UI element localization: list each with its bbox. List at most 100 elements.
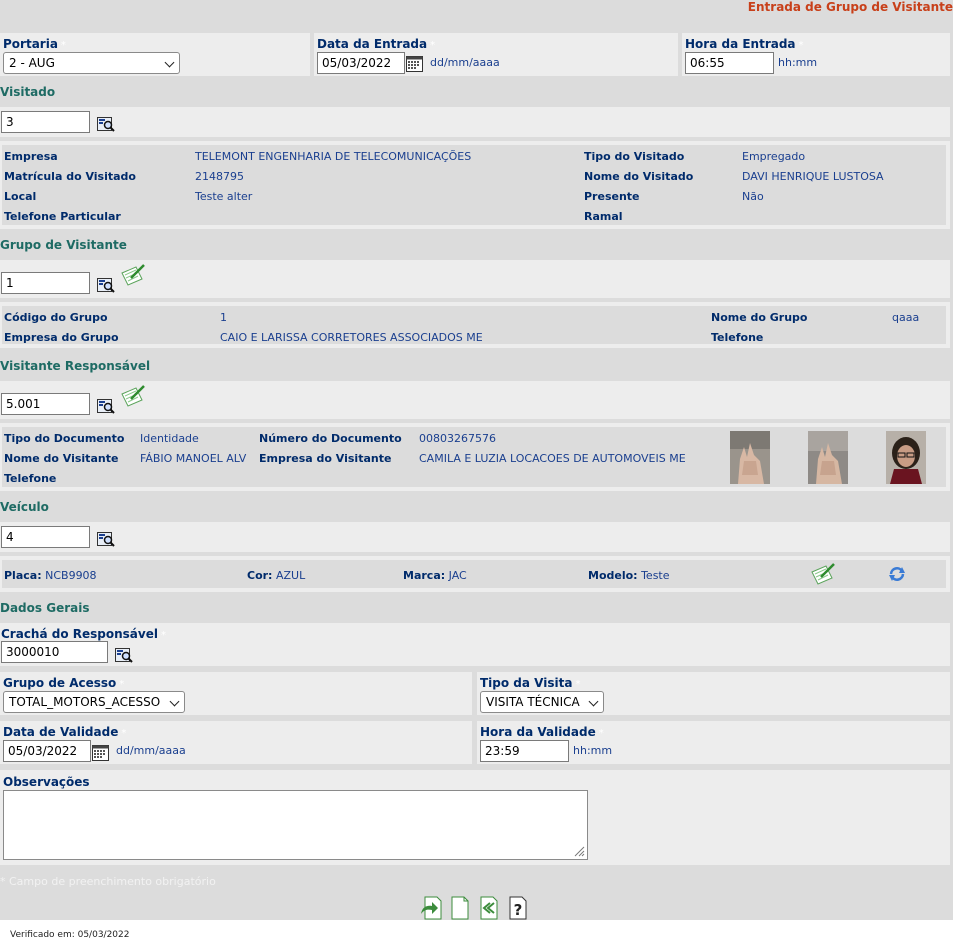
grupo-nome-label: Nome do Grupo — [711, 311, 808, 324]
responsavel-empresa-label: Empresa do Visitante — [259, 452, 392, 465]
hora-validade-hint: hh:mm — [573, 744, 613, 757]
veiculo-input-panel — [0, 522, 950, 552]
chevron-down-icon — [169, 696, 180, 707]
veiculo-placa-value: NCB9908 — [45, 569, 97, 582]
veiculo-marca: Marca: JAC — [403, 569, 467, 582]
responsavel-telefone-label: Telefone — [4, 472, 57, 485]
portaria-select-value: 2 - AUG — [9, 56, 55, 70]
verified-date: Verificado em: 05/03/2022 — [10, 930, 130, 940]
calendar-icon[interactable] — [92, 744, 109, 761]
veiculo-modelo: Modelo: Teste — [588, 569, 670, 582]
visitado-local-label: Local — [4, 190, 37, 203]
svg-text:?: ? — [514, 901, 523, 919]
responsavel-nome-value: FÁBIO MANOEL ALV — [140, 452, 247, 465]
calendar-icon[interactable] — [406, 55, 423, 72]
grupo-empresa-value: CAIO E LARISSA CORRETORES ASSOCIADOS ME — [220, 331, 483, 344]
tipo-visita-select[interactable]: VISITA TÉCNICA — [480, 691, 604, 713]
hora-entrada-input[interactable]: 06:55 — [685, 52, 774, 74]
section-visitado: Visitado — [0, 85, 56, 99]
refresh-icon[interactable] — [888, 566, 906, 582]
veiculo-cor-label: Cor: — [247, 569, 273, 582]
visitado-input-panel — [0, 107, 950, 137]
hora-validade-label: Hora da Validade * — [480, 725, 604, 739]
visitor-photo-3[interactable] — [886, 431, 926, 484]
visitado-tipo-label: Tipo do Visitado — [584, 150, 685, 163]
veiculo-modelo-value: Teste — [641, 569, 670, 582]
grupo-empresa-label: Empresa do Grupo — [4, 331, 119, 344]
page-title: Entrada de Grupo de Visitante — [747, 0, 953, 14]
veiculo-cor: Cor: AZUL — [247, 569, 305, 582]
chevron-down-icon — [164, 57, 175, 68]
data-entrada-input[interactable]: 05/03/2022 — [317, 52, 405, 74]
observacoes-textarea[interactable] — [3, 790, 588, 860]
visitado-presente-value: Não — [742, 190, 764, 203]
data-entrada-hint: dd/mm/aaaa — [430, 56, 500, 69]
back-document-icon[interactable] — [478, 896, 500, 920]
visitado-nome-label: Nome do Visitado — [584, 170, 694, 183]
responsavel-num-doc-value: 00803267576 — [419, 432, 496, 445]
search-user-icon[interactable] — [97, 277, 115, 293]
data-validade-hint: dd/mm/aaaa — [116, 744, 186, 757]
visitado-ramal-label: Ramal — [584, 210, 623, 223]
grupo-acesso-label: Grupo de Acesso * — [3, 676, 125, 690]
grupo-input[interactable]: 1 — [1, 272, 90, 294]
cracha-label: Crachá do Responsável * — [1, 627, 166, 641]
tipo-visita-select-value: VISITA TÉCNICA — [486, 695, 580, 709]
search-user-icon[interactable] — [97, 398, 115, 414]
hora-entrada-hint: hh:mm — [778, 56, 818, 69]
page: Entrada de Grupo de Visitante Portaria * … — [0, 0, 953, 920]
resize-grip-icon[interactable] — [573, 845, 585, 857]
responsavel-input[interactable]: 5.001 — [1, 393, 90, 415]
observacoes-label: Observações — [3, 775, 90, 789]
help-document-icon[interactable]: ? — [507, 896, 529, 920]
grupo-codigo-value: 1 — [220, 311, 227, 324]
veiculo-details-inner — [2, 560, 946, 588]
portaria-select[interactable]: 2 - AUG — [3, 52, 180, 74]
edit-pencil-icon[interactable] — [120, 384, 146, 408]
responsavel-nome-label: Nome do Visitante — [4, 452, 119, 465]
visitado-matricula-label: Matrícula do Visitado — [4, 170, 136, 183]
section-veiculo: Veículo — [0, 500, 49, 514]
visitado-nome-value: DAVI HENRIQUE LUSTOSA — [742, 170, 884, 183]
visitado-presente-label: Presente — [584, 190, 640, 203]
search-user-icon[interactable] — [97, 531, 115, 547]
visitado-input[interactable]: 3 — [1, 111, 90, 133]
visitado-tipo-value: Empregado — [742, 150, 806, 163]
grupo-telefone-label: Telefone — [711, 331, 764, 344]
responsavel-num-doc-label: Número do Documento — [259, 432, 402, 445]
search-user-icon[interactable] — [97, 116, 115, 132]
visitado-local-value: Teste alter — [195, 190, 253, 203]
visitor-photo-2[interactable] — [808, 431, 848, 484]
grupo-codigo-label: Código do Grupo — [4, 311, 108, 324]
data-validade-input[interactable]: 05/03/2022 — [3, 740, 91, 762]
grupo-acesso-select-value: TOTAL_MOTORS_ACESSO — [9, 695, 161, 709]
chevron-down-icon — [588, 696, 599, 707]
veiculo-cor-value: AZUL — [275, 569, 306, 582]
edit-pencil-icon[interactable] — [810, 562, 836, 586]
grupo-nome-value: qaaa — [892, 311, 920, 324]
veiculo-input[interactable]: 4 — [1, 526, 90, 548]
data-validade-label: Data de Validade * — [3, 725, 127, 739]
veiculo-placa: Placa: NCB9908 — [4, 569, 97, 582]
cracha-input[interactable]: 3000010 — [1, 641, 108, 663]
responsavel-empresa-value: CAMILA E LUZIA LOCACOES DE AUTOMOVEIS ME — [419, 452, 686, 465]
tipo-visita-label: Tipo da Visita * — [480, 676, 581, 690]
section-dados-gerais: Dados Gerais — [0, 601, 90, 615]
grupo-acesso-select[interactable]: TOTAL_MOTORS_ACESSO — [3, 691, 185, 713]
visitado-empresa-label: Empresa — [4, 150, 58, 163]
data-entrada-label: Data da Entrada * — [317, 37, 436, 51]
visitado-telefone-label: Telefone Particular — [4, 210, 121, 223]
visitor-photo-1[interactable] — [730, 431, 770, 484]
veiculo-placa-label: Placa: — [4, 569, 42, 582]
required-field-note: * Campo de preenchimento obrigatório — [0, 875, 216, 888]
hora-validade-input[interactable]: 23:59 — [480, 740, 569, 762]
search-user-icon[interactable] — [115, 647, 133, 663]
new-document-icon[interactable] — [449, 896, 471, 920]
responsavel-tipo-doc-label: Tipo do Documento — [4, 432, 125, 445]
edit-pencil-icon[interactable] — [120, 263, 146, 287]
portaria-label: Portaria * — [3, 37, 66, 51]
section-grupo-visitante: Grupo de Visitante — [0, 238, 127, 252]
veiculo-marca-label: Marca: — [403, 569, 446, 582]
confirm-document-icon[interactable] — [419, 896, 443, 920]
veiculo-modelo-label: Modelo: — [588, 569, 638, 582]
